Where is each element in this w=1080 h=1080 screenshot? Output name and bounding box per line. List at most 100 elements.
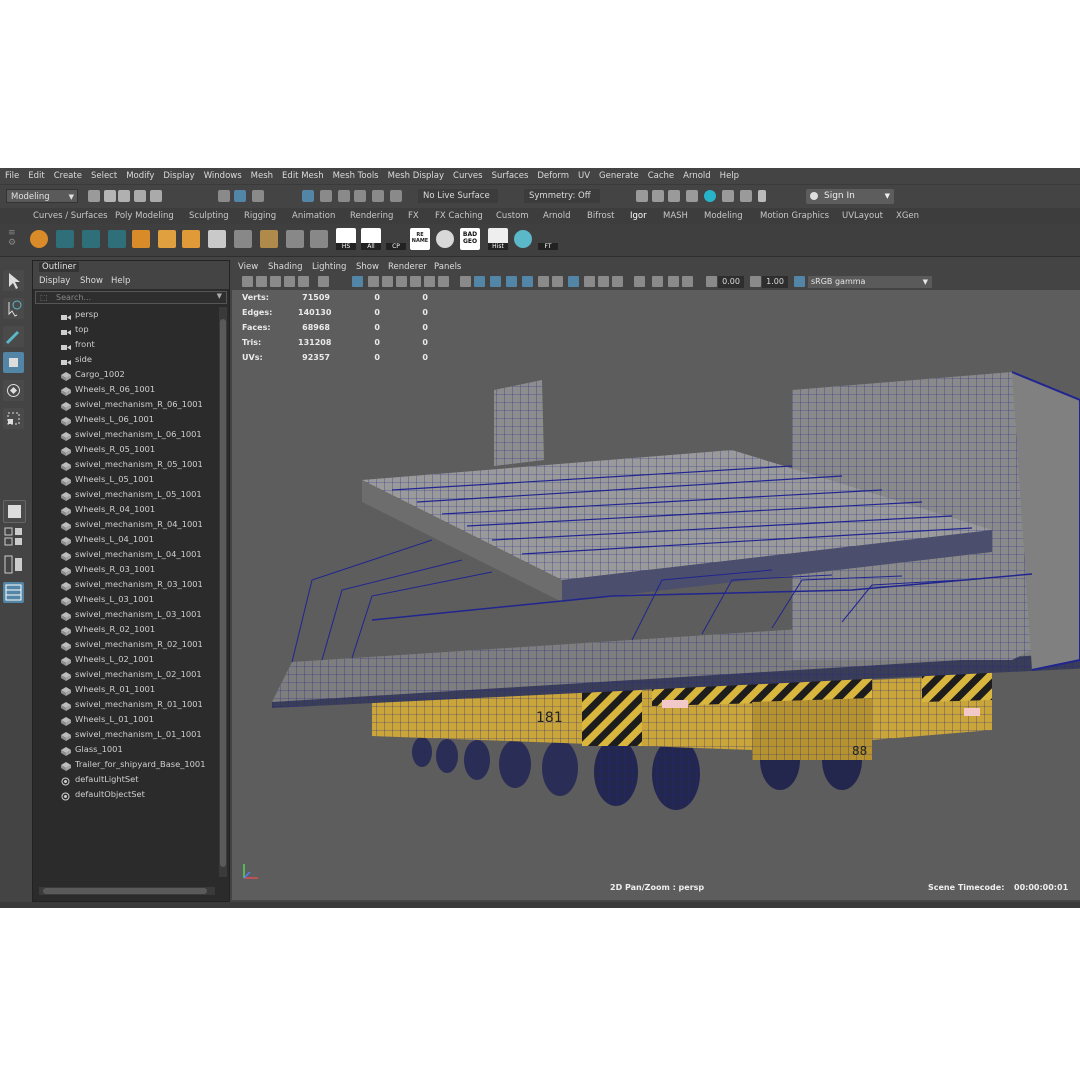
color-management-icon[interactable] bbox=[794, 276, 805, 287]
shelf-tab-fx[interactable]: FX bbox=[408, 210, 419, 223]
menu-help[interactable]: Help bbox=[720, 171, 739, 181]
2d-pan-zoom-icon[interactable] bbox=[298, 276, 309, 287]
shelf-tool-7-icon[interactable] bbox=[208, 230, 226, 248]
shelf-tab-poly-modeling[interactable]: Poly Modeling bbox=[115, 210, 174, 223]
lasso-tool-icon[interactable] bbox=[3, 298, 24, 319]
viewport-menu-shading[interactable]: Shading bbox=[268, 262, 303, 272]
shelf-tool-4-icon[interactable] bbox=[132, 230, 150, 248]
viewport-menu-renderer[interactable]: Renderer bbox=[388, 262, 427, 272]
xray-joints-icon[interactable] bbox=[598, 276, 609, 287]
scroll-thumb[interactable] bbox=[220, 319, 226, 867]
menu-cache[interactable]: Cache bbox=[648, 171, 674, 181]
bad-geo-button[interactable]: BAD GEO bbox=[460, 228, 480, 250]
outliner-item[interactable]: swivel_mechanism_R_03_1001 bbox=[33, 577, 217, 592]
menu-select[interactable]: Select bbox=[91, 171, 117, 181]
shelf-tab-modeling[interactable]: Modeling bbox=[704, 210, 743, 223]
select-component-icon[interactable] bbox=[252, 190, 264, 202]
shelf-tab-mash[interactable]: MASH bbox=[663, 210, 688, 223]
shelf-tab-animation[interactable]: Animation bbox=[292, 210, 335, 223]
menu-display[interactable]: Display bbox=[163, 171, 194, 181]
shelf-tool-5-icon[interactable] bbox=[158, 230, 176, 248]
menu-file[interactable]: File bbox=[5, 171, 19, 181]
outliner-item[interactable]: Wheels_R_05_1001 bbox=[33, 442, 217, 457]
snap-point-icon[interactable] bbox=[338, 190, 350, 202]
outliner-layout-icon[interactable] bbox=[3, 554, 24, 575]
menu-generate[interactable]: Generate bbox=[599, 171, 639, 181]
hs-button[interactable]: HS bbox=[336, 228, 356, 250]
shelf-tool-1-icon[interactable] bbox=[56, 230, 74, 248]
render-settings-icon[interactable] bbox=[668, 190, 680, 202]
mode-selector[interactable]: Modeling ▼ bbox=[6, 189, 78, 203]
outliner-item[interactable]: persp bbox=[33, 307, 217, 322]
select-hierarchy-icon[interactable] bbox=[218, 190, 230, 202]
igor-logo-icon[interactable] bbox=[30, 230, 48, 248]
menu-deform[interactable]: Deform bbox=[537, 171, 569, 181]
resolution-gate-icon[interactable] bbox=[382, 276, 393, 287]
outliner-menu-display[interactable]: Display bbox=[39, 276, 70, 286]
shelf-tool-8-icon[interactable] bbox=[286, 230, 304, 248]
outliner-item[interactable]: Wheels_L_02_1001 bbox=[33, 652, 217, 667]
outliner-item[interactable]: front bbox=[33, 337, 217, 352]
layout-icon-3[interactable] bbox=[682, 276, 693, 287]
move-tool-icon[interactable] bbox=[3, 352, 24, 373]
select-object-icon[interactable] bbox=[234, 190, 246, 202]
outliner-item[interactable]: Trailer_for_shipyard_Base_1001 bbox=[33, 757, 217, 772]
image-plane-icon[interactable] bbox=[284, 276, 295, 287]
ambient-occlusion-icon[interactable] bbox=[552, 276, 563, 287]
menu-create[interactable]: Create bbox=[54, 171, 82, 181]
backface-culling-icon[interactable] bbox=[612, 276, 623, 287]
make-live-icon[interactable] bbox=[390, 190, 402, 202]
rename-button[interactable]: RE NAME bbox=[410, 228, 430, 250]
safe-action-icon[interactable] bbox=[424, 276, 435, 287]
open-scene-icon[interactable] bbox=[104, 190, 116, 202]
layout-icon-2[interactable] bbox=[668, 276, 679, 287]
pause-icon[interactable] bbox=[758, 190, 766, 202]
shadows-icon[interactable] bbox=[538, 276, 549, 287]
outliner-item[interactable]: Glass_1001 bbox=[33, 742, 217, 757]
menu-edit-mesh[interactable]: Edit Mesh bbox=[282, 171, 324, 181]
menu-mesh[interactable]: Mesh bbox=[251, 171, 273, 181]
symmetry-dropdown[interactable]: Symmetry: Off bbox=[524, 189, 600, 203]
shelf-tab-sculpting[interactable]: Sculpting bbox=[189, 210, 229, 223]
outliner-item[interactable]: Wheels_L_06_1001 bbox=[33, 412, 217, 427]
rotate-tool-icon[interactable] bbox=[3, 380, 24, 401]
paint-select-icon[interactable] bbox=[3, 326, 24, 347]
cp-button[interactable]: CP bbox=[386, 228, 406, 250]
outliner-item[interactable]: swivel_mechanism_L_02_1001 bbox=[33, 667, 217, 682]
outliner-item[interactable]: swivel_mechanism_L_06_1001 bbox=[33, 427, 217, 442]
shelf-tool-3-icon[interactable] bbox=[108, 230, 126, 248]
exposure-icon[interactable] bbox=[706, 276, 717, 287]
outliner-item[interactable]: Wheels_L_01_1001 bbox=[33, 712, 217, 727]
outliner-item[interactable]: swivel_mechanism_R_01_1001 bbox=[33, 697, 217, 712]
shelf-tool-10-icon[interactable] bbox=[514, 230, 532, 248]
outliner-item[interactable]: Wheels_R_03_1001 bbox=[33, 562, 217, 577]
shelf-tool-2-icon[interactable] bbox=[82, 230, 100, 248]
outliner-item[interactable]: Wheels_R_01_1001 bbox=[33, 682, 217, 697]
outliner-item[interactable]: defaultObjectSet bbox=[33, 787, 217, 802]
shelf-tab-uvlayout[interactable]: UVLayout bbox=[842, 210, 883, 223]
outliner-item[interactable]: Wheels_L_03_1001 bbox=[33, 592, 217, 607]
outliner-tab[interactable]: Outliner bbox=[33, 261, 229, 275]
snap-projected-icon[interactable] bbox=[354, 190, 366, 202]
render-frame-icon[interactable] bbox=[636, 190, 648, 202]
shelf-settings-icon[interactable]: ≡ ⚙ bbox=[8, 228, 16, 252]
arnold-render-icon[interactable] bbox=[704, 190, 716, 202]
outliner-item[interactable]: swivel_mechanism_R_05_1001 bbox=[33, 457, 217, 472]
grid-tool-icon[interactable] bbox=[234, 230, 252, 248]
scroll-thumb[interactable] bbox=[43, 888, 207, 894]
camera-select-icon[interactable] bbox=[242, 276, 253, 287]
outliner-horizontal-scrollbar[interactable] bbox=[39, 887, 215, 895]
viewport-menu-panels[interactable]: Panels bbox=[434, 262, 461, 272]
menu-surfaces[interactable]: Surfaces bbox=[492, 171, 529, 181]
bookmarks-icon[interactable] bbox=[270, 276, 281, 287]
exposure-field[interactable]: 0.00 bbox=[718, 276, 744, 288]
shelf-tool-6-icon[interactable] bbox=[182, 230, 200, 248]
menu-uv[interactable]: UV bbox=[578, 171, 590, 181]
hist-button[interactable]: Hist bbox=[488, 228, 508, 250]
select-tool-icon[interactable] bbox=[3, 270, 24, 291]
hypershade-icon[interactable] bbox=[686, 190, 698, 202]
outliner-item[interactable]: Wheels_R_04_1001 bbox=[33, 502, 217, 517]
outliner-item[interactable]: Wheels_L_04_1001 bbox=[33, 532, 217, 547]
grease-pencil-icon[interactable] bbox=[318, 276, 329, 287]
shelf-tab-rigging[interactable]: Rigging bbox=[244, 210, 276, 223]
